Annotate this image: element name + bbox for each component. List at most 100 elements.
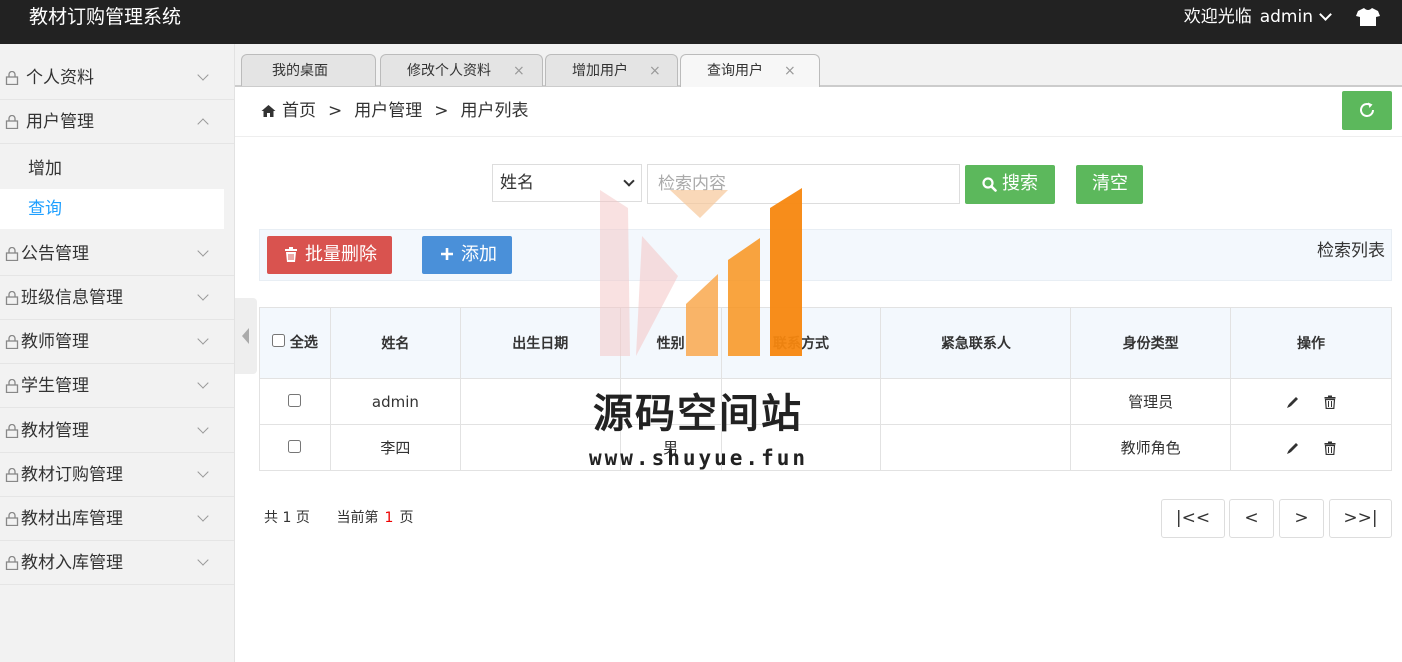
- chevron-down-icon: [197, 245, 209, 257]
- pager-current: 1: [384, 510, 394, 526]
- sidebar-item-teachers[interactable]: 教师管理: [0, 320, 234, 364]
- table-row: 李四 男 教师角色: [259, 424, 1392, 471]
- sidebar-item-outbound[interactable]: 教材出库管理: [0, 497, 234, 541]
- chevron-down-icon: [197, 466, 209, 478]
- tab-bar: 我的桌面 修改个人资料 × 增加用户 × 查询用户 ×: [235, 44, 1402, 87]
- edit-icon[interactable]: [1286, 441, 1300, 455]
- add-button[interactable]: 添加: [422, 236, 512, 274]
- pager-prev-button[interactable]: <: [1229, 499, 1274, 538]
- column-header: 紧急联系人: [880, 307, 1072, 379]
- sidebar-subitem-label: 查询: [28, 199, 62, 219]
- search-input[interactable]: [647, 164, 960, 204]
- cell-actions: [1230, 424, 1392, 471]
- search-button-label: 搜索: [1002, 173, 1038, 194]
- tab-label: 增加用户: [572, 63, 628, 79]
- row-checkbox[interactable]: [288, 393, 302, 407]
- lock-icon: [5, 468, 19, 482]
- sidebar-item-label: 用户管理: [26, 112, 94, 132]
- sidebar-item-orders[interactable]: 教材订购管理: [0, 453, 234, 497]
- column-header: 联系方式: [720, 307, 882, 379]
- user-menu[interactable]: 欢迎光临 admin: [1184, 6, 1332, 28]
- breadcrumb-user-list: 用户列表: [460, 101, 529, 121]
- pager-last-button[interactable]: >>|: [1329, 499, 1392, 538]
- column-header: 出生日期: [459, 307, 621, 379]
- sidebar-subitem-add[interactable]: 增加: [0, 149, 224, 189]
- chevron-down-icon: [197, 69, 209, 81]
- row-checkbox[interactable]: [288, 439, 302, 453]
- pager-first-button[interactable]: |<<: [1161, 499, 1225, 538]
- clear-button-label: 清空: [1092, 173, 1128, 194]
- trash-icon[interactable]: [1324, 441, 1336, 455]
- chevron-down-icon: [197, 554, 209, 566]
- sidebar-item-textbooks[interactable]: 教材管理: [0, 409, 234, 453]
- cell-emergency: [880, 424, 1072, 471]
- tab-edit-profile[interactable]: 修改个人资料 ×: [380, 54, 543, 86]
- clear-button[interactable]: 清空: [1076, 165, 1143, 204]
- batch-delete-label: 批量删除: [305, 244, 377, 265]
- cell-actions: [1230, 378, 1392, 425]
- chevron-down-icon: [623, 175, 635, 187]
- breadcrumb-user-management[interactable]: 用户管理: [354, 101, 422, 121]
- tab-label: 修改个人资料: [407, 63, 491, 79]
- lock-icon: [5, 247, 19, 261]
- close-icon[interactable]: ×: [784, 62, 796, 80]
- lock-icon: [5, 115, 19, 129]
- pager-total: 1: [282, 510, 292, 526]
- tab-desktop[interactable]: 我的桌面: [241, 54, 376, 86]
- sidebar-item-announcements[interactable]: 公告管理: [0, 232, 234, 276]
- breadcrumb-separator: >: [328, 101, 343, 121]
- pager-unit: 页: [295, 510, 310, 526]
- list-title: 检索列表: [1317, 241, 1385, 261]
- sidebar-item-class-info[interactable]: 班级信息管理: [0, 276, 234, 320]
- sidebar-item-label: 班级信息管理: [21, 288, 123, 308]
- select-all-checkbox[interactable]: [272, 334, 286, 347]
- lock-icon: [5, 379, 19, 393]
- sidebar-item-user-management[interactable]: 用户管理: [0, 100, 234, 144]
- chevron-down-icon[interactable]: [1319, 8, 1332, 21]
- sidebar-item-students[interactable]: 学生管理: [0, 364, 234, 408]
- sidebar-item-label: 教材订购管理: [21, 465, 123, 485]
- tab-query-user[interactable]: 查询用户 ×: [680, 54, 820, 87]
- sidebar-subitem-query[interactable]: 查询: [0, 189, 224, 229]
- chevron-down-icon: [197, 422, 209, 434]
- chevron-down-icon: [197, 510, 209, 522]
- sidebar-subitem-label: 增加: [28, 159, 62, 179]
- home-icon: [261, 105, 276, 117]
- pager-total-prefix: 共: [264, 510, 278, 526]
- caret-left-icon: [242, 328, 249, 344]
- search-button[interactable]: 搜索: [965, 165, 1055, 204]
- batch-delete-button[interactable]: 批量删除: [267, 236, 392, 274]
- sidebar-item-label: 学生管理: [21, 376, 89, 396]
- refresh-button[interactable]: [1342, 91, 1392, 130]
- column-header: 性别: [619, 307, 722, 379]
- cell-name: 李四: [329, 424, 461, 471]
- sidebar-item-label: 教材出库管理: [21, 509, 123, 529]
- pager-unit: 页: [399, 510, 414, 526]
- search-field-select[interactable]: 姓名: [492, 164, 642, 202]
- select-all-header: 全选: [259, 307, 331, 379]
- close-icon[interactable]: ×: [649, 62, 661, 80]
- chevron-down-icon: [197, 333, 209, 345]
- sidebar-item-inbound[interactable]: 教材入库管理: [0, 541, 234, 585]
- pager-next-button[interactable]: >: [1279, 499, 1324, 538]
- breadcrumb-home[interactable]: 首页: [282, 101, 316, 121]
- tab-label: 查询用户: [707, 63, 763, 79]
- trash-icon[interactable]: [1324, 395, 1336, 409]
- sidebar-item-label: 个人资料: [26, 68, 94, 88]
- shirt-icon[interactable]: [1356, 7, 1380, 27]
- sidebar-item-label: 教材入库管理: [21, 553, 123, 573]
- sidebar-item-profile[interactable]: 个人资料: [0, 56, 234, 100]
- username[interactable]: admin: [1260, 7, 1313, 27]
- tab-add-user[interactable]: 增加用户 ×: [545, 54, 678, 86]
- close-icon[interactable]: ×: [513, 62, 525, 80]
- sidebar-collapse-handle[interactable]: [235, 298, 257, 374]
- watermark-text: 源码空间站: [593, 391, 803, 437]
- column-header: 身份类型: [1070, 307, 1232, 379]
- pager-current-prefix: 当前第: [336, 510, 379, 526]
- edit-icon[interactable]: [1286, 395, 1300, 409]
- search-icon: [982, 177, 997, 192]
- sidebar-item-label: 教材管理: [21, 421, 89, 441]
- refresh-icon: [1360, 102, 1374, 117]
- table-header-row: 全选 姓名 出生日期 性别 联系方式 紧急联系人 身份类型 操作: [259, 307, 1392, 379]
- lock-icon: [5, 71, 19, 85]
